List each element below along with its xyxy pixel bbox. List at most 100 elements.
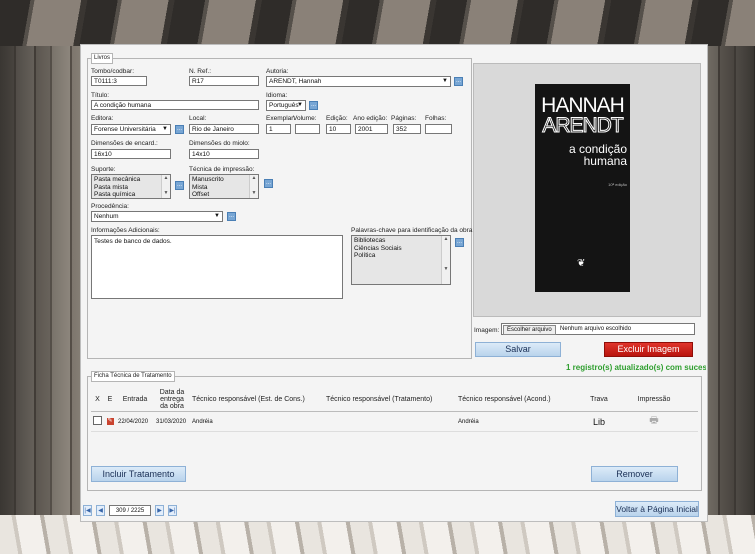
col-e: E (104, 388, 116, 412)
palavras-scrollbar[interactable]: ▲ ▼ (441, 236, 450, 284)
local-label: Local: (189, 115, 207, 122)
remove-button[interactable]: Remover (591, 466, 678, 482)
row-checkbox-cell (91, 411, 104, 432)
next-page-button[interactable]: ▶ (155, 505, 164, 516)
col-impressao: Impressão (610, 388, 698, 412)
tombo-input[interactable]: T0111:3 (91, 76, 147, 86)
ficha-table: X E Entrada Data da entrega da obra Técn… (91, 388, 698, 432)
idioma-more-button[interactable]: ... (309, 101, 318, 110)
info-textarea[interactable]: Testes de banco de dados. (91, 235, 343, 299)
dim-miolo-label: Dimensões do miolo: (189, 140, 250, 147)
ano-label: Ano edição: (353, 115, 388, 122)
table-row: ✎ 22/04/2020 31/03/2020 Andréia Andréia … (91, 411, 698, 432)
cell-entrada: 22/04/2020 (116, 411, 154, 432)
editora-label: Editora: (91, 115, 114, 122)
autoria-label: Autoria: (266, 68, 289, 75)
palavras-label: Palavras-chave para identificação da obr… (351, 227, 475, 234)
procedencia-more-button[interactable]: ... (227, 212, 236, 221)
suporte-item[interactable]: Pasta química (94, 191, 168, 198)
printer-icon[interactable]: 🖶 (610, 411, 698, 432)
edicao-input[interactable]: 10 (326, 124, 351, 134)
ano-input[interactable]: 2001 (355, 124, 388, 134)
suporte-more-button[interactable]: ... (175, 181, 184, 190)
suporte-item[interactable]: Pasta mista (94, 184, 168, 192)
palavras-item[interactable]: Bibliotecas (354, 237, 448, 245)
cover-author-last: ARENDT (542, 114, 624, 137)
idioma-label: Idioma: (266, 92, 288, 99)
suporte-scrollbar[interactable]: ▲ ▼ (161, 175, 170, 198)
titulo-label: Título: (91, 92, 110, 99)
paginas-input[interactable]: 352 (393, 124, 421, 134)
cell-trava[interactable]: Lib (588, 411, 610, 432)
autoria-more-button[interactable]: ... (454, 77, 463, 86)
tecnica-item[interactable]: Mista (192, 184, 256, 192)
edicao-label: Edição: (326, 115, 348, 122)
include-treatment-button[interactable]: Incluir Tratamento (91, 466, 186, 482)
dim-miolo-input[interactable]: 14x10 (189, 149, 259, 159)
palavras-list[interactable]: Bibliotecas Ciências Sociais Política ▲ ▼ (351, 235, 451, 285)
cover-frame: HANNAH ARENDT a condição humana 10ª ediç… (473, 63, 701, 317)
col-tec-acond: Técnico responsável (Acond.) (456, 388, 588, 412)
exemplar-input[interactable]: 1 (266, 124, 291, 134)
cover-author-first: HANNAH (541, 94, 625, 117)
folhas-input[interactable] (425, 124, 452, 134)
titulo-input[interactable]: A condição humana (91, 100, 259, 110)
delete-image-button[interactable]: Excluir Imagem (604, 342, 693, 357)
background-photo-top (0, 0, 755, 46)
page-position-input[interactable]: 309 / 2225 (109, 505, 151, 516)
first-page-button[interactable]: |◀ (83, 505, 92, 516)
info-label: Informações Adicionais: (91, 227, 160, 234)
main-panel: Livros Tombo/codbar: T0111:3 N. Ref.: R1… (80, 44, 708, 522)
idioma-select[interactable]: Português (266, 100, 306, 111)
volume-label: Volume: (293, 115, 317, 122)
tecnica-item[interactable]: Manuscrito (192, 176, 256, 184)
home-button[interactable]: Voltar à Página Inicial (615, 501, 699, 517)
autoria-select[interactable]: ARENDT, Hannah (266, 76, 451, 87)
suporte-list[interactable]: Pasta mecânica Pasta mista Pasta química… (91, 174, 171, 199)
last-page-button[interactable]: ▶| (168, 505, 177, 516)
tombo-label: Tombo/codbar: (91, 68, 134, 75)
local-input[interactable]: Rio de Janeiro (189, 124, 259, 134)
palavras-item[interactable]: Ciências Sociais (354, 245, 448, 253)
procedencia-select[interactable]: Nenhum (91, 211, 223, 222)
col-entrega: Data da entrega da obra (154, 388, 190, 412)
nref-label: N. Ref.: (189, 68, 212, 75)
dim-encad-input[interactable]: 16x10 (91, 149, 171, 159)
row-checkbox[interactable] (93, 416, 102, 425)
palavras-item[interactable]: Política (354, 252, 448, 260)
livros-legend: Livros (91, 53, 114, 64)
tecnica-more-button[interactable]: ... (264, 179, 273, 188)
editora-select[interactable]: Forense Universitária (91, 124, 171, 135)
cover-edition: 10ª edição (608, 182, 627, 187)
col-trava: Trava (588, 388, 610, 412)
cell-tec-est: Andréia (190, 411, 324, 432)
book-cover-image: HANNAH ARENDT a condição humana 10ª ediç… (535, 84, 630, 292)
suporte-item[interactable]: Pasta mecânica (94, 176, 168, 184)
cell-tec-acond: Andréia (456, 411, 588, 432)
dim-encad-label: Dimensões de encard.: (91, 140, 158, 147)
save-button[interactable]: Salvar (475, 342, 561, 357)
nref-input[interactable]: R17 (189, 76, 259, 86)
file-input[interactable]: Escolher arquivo Nenhum arquivo escolhid… (501, 323, 695, 335)
cell-tec-trat (324, 411, 456, 432)
ficha-legend: Ficha Técnica de Tratamento (91, 371, 175, 382)
paginas-label: Páginas: (391, 115, 417, 122)
tecnica-item[interactable]: Offset (192, 191, 256, 198)
editora-more-button[interactable]: ... (175, 125, 184, 134)
procedencia-label: Procedência: (91, 203, 129, 210)
tecnica-list[interactable]: Manuscrito Mista Offset ▲ ▼ (189, 174, 259, 199)
imagem-label: Imagem: (474, 327, 500, 334)
edit-icon[interactable]: ✎ (106, 418, 114, 425)
volume-input[interactable] (295, 124, 320, 134)
row-edit-cell: ✎ (104, 411, 116, 432)
prev-page-button[interactable]: ◀ (96, 505, 105, 516)
palavras-more-button[interactable]: ... (455, 238, 464, 247)
tecnica-scrollbar[interactable]: ▲ ▼ (249, 175, 258, 198)
col-entrada: Entrada (116, 388, 154, 412)
suporte-label: Suporte: (91, 166, 116, 173)
exemplar-label: Exemplar: (266, 115, 296, 122)
publisher-logo-icon: ❦ (577, 258, 586, 269)
cell-entrega: 31/03/2020 (154, 411, 190, 432)
col-tec-trat: Técnico responsável (Tratamento) (324, 388, 456, 412)
choose-file-button[interactable]: Escolher arquivo (503, 325, 556, 335)
